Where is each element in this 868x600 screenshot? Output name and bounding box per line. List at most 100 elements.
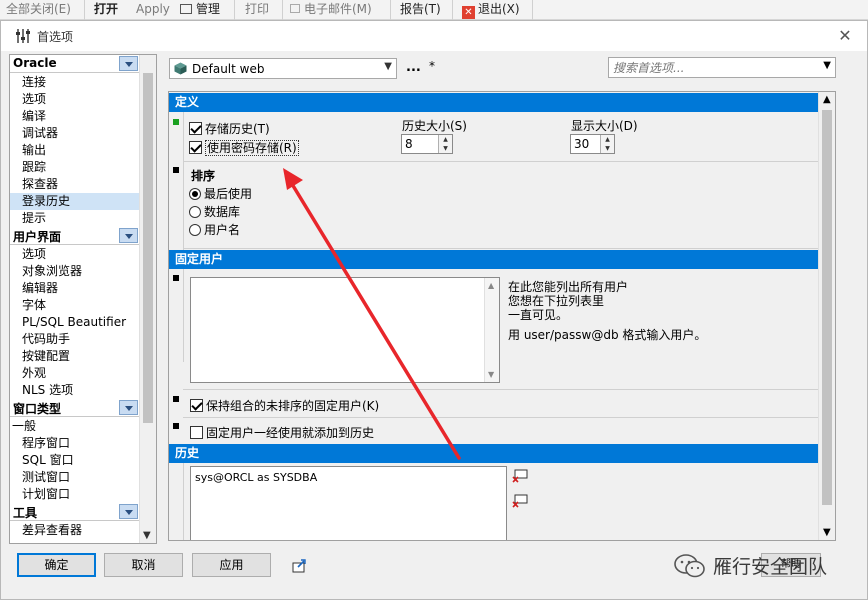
scrollbar-thumb[interactable] xyxy=(143,73,153,423)
manage-icon xyxy=(180,4,192,14)
nav-item[interactable]: 探查器 xyxy=(10,176,140,193)
history-size-stepper[interactable]: 8 ▲ ▼ xyxy=(401,134,453,154)
profile-select[interactable]: Default web ▼ xyxy=(169,58,397,79)
search-field[interactable]: ▼ xyxy=(608,57,836,78)
nav-item[interactable]: 对象浏览器 xyxy=(10,263,140,280)
nav-item[interactable]: 编辑器 xyxy=(10,280,140,297)
sort-option-username[interactable]: 用户名 xyxy=(189,222,240,238)
collapse-toggle-icon[interactable] xyxy=(119,400,138,415)
nav-item[interactable]: NLS 选项 xyxy=(10,382,140,399)
nav-item[interactable]: 测试窗口 xyxy=(10,469,140,486)
email-button[interactable]: 电子邮件(M) xyxy=(290,0,372,20)
close-all-button[interactable]: 全部关闭(E) xyxy=(6,0,71,20)
more-button[interactable]: ... xyxy=(406,60,421,75)
nav-item[interactable]: 选项 xyxy=(10,91,140,108)
nav-item[interactable]: 程序窗口 xyxy=(10,435,140,452)
watermark-text: 雁行安全团队 xyxy=(713,556,828,578)
checkbox-box xyxy=(189,141,202,154)
row-marker xyxy=(173,167,179,173)
manage-button[interactable]: 管理 xyxy=(180,0,220,20)
store-history-checkbox[interactable]: 存储历史(T) xyxy=(189,121,270,137)
section-header-fixed-users: 固定用户 xyxy=(169,250,819,269)
nav-item[interactable]: 连接 xyxy=(10,74,140,91)
sort-option-database[interactable]: 数据库 xyxy=(189,204,240,220)
export-icon[interactable] xyxy=(291,558,307,574)
checkbox-box xyxy=(190,426,203,439)
store-password-checkbox[interactable]: 使用密码存储(R) xyxy=(189,140,299,156)
row-divider xyxy=(183,161,819,162)
scroll-up-icon[interactable]: ▲ xyxy=(823,94,831,105)
nav-item[interactable]: 提示 xyxy=(10,210,140,227)
nav-group-header[interactable]: 工具 xyxy=(10,503,156,521)
chevron-down-icon[interactable]: ▼ xyxy=(823,60,831,71)
stepper-down-icon[interactable]: ▼ xyxy=(601,144,614,153)
checkbox-box xyxy=(189,122,202,135)
settings-panel: 定义 存储历史(T) 使用密码存储(R) 历史大小(S) 8 ▲ ▼ 显示大小(D… xyxy=(168,91,836,541)
history-list[interactable]: sys@ORCL as SYSDBA xyxy=(190,466,507,540)
nav-item[interactable]: 代码助手 xyxy=(10,331,140,348)
search-input[interactable] xyxy=(609,58,814,77)
collapse-toggle-icon[interactable] xyxy=(119,56,138,71)
toolbar-separator xyxy=(532,0,533,20)
report-button[interactable]: 报告(T) xyxy=(400,0,441,20)
nav-item[interactable]: 外观 xyxy=(10,365,140,382)
keep-unsorted-checkbox[interactable]: 保持组合的未排序的固定用户(K) xyxy=(190,398,379,414)
fixed-users-textarea[interactable]: ▲ ▼ xyxy=(190,277,500,383)
apply-button[interactable]: 应用 xyxy=(192,553,271,577)
cube-icon xyxy=(174,62,187,75)
panel-scrollbar[interactable]: ▲ ▼ xyxy=(818,92,835,540)
sort-option-last-used[interactable]: 最后使用 xyxy=(189,186,252,202)
nav-group-header[interactable]: Oracle xyxy=(10,55,156,73)
nav-item[interactable]: PL/SQL Beautifier xyxy=(10,314,140,331)
delete-entry-icon[interactable] xyxy=(512,469,528,483)
row-marker xyxy=(173,275,179,281)
row-divider xyxy=(183,248,819,249)
ok-button[interactable]: 确定 xyxy=(17,553,96,577)
nav-item[interactable]: 差异查看器 xyxy=(10,522,140,539)
fixed-users-hint-3: 一直可见。 xyxy=(508,308,569,322)
nav-item[interactable]: 跟踪 xyxy=(10,159,140,176)
nav-item[interactable]: 计划窗口 xyxy=(10,486,140,503)
nav-item[interactable]: 选项 xyxy=(10,246,140,263)
add-to-history-checkbox[interactable]: 固定用户一经使用就添加到历史 xyxy=(190,425,374,441)
scroll-down-icon[interactable]: ▼ xyxy=(143,530,151,541)
scroll-down-icon[interactable]: ▼ xyxy=(823,527,831,538)
stepper-down-icon[interactable]: ▼ xyxy=(439,144,452,153)
row-divider xyxy=(183,463,184,540)
stepper-up-icon[interactable]: ▲ xyxy=(601,135,614,144)
scroll-up-icon[interactable]: ▲ xyxy=(488,281,494,290)
print-button[interactable]: 打印 xyxy=(245,0,269,20)
nav-group-header[interactable]: 用户界面 xyxy=(10,227,156,245)
nav-scrollbar[interactable]: ▼ xyxy=(139,55,156,543)
nav-item[interactable]: 按键配置 xyxy=(10,348,140,365)
history-size-value: 8 xyxy=(405,137,413,151)
display-size-label: 显示大小(D) xyxy=(571,119,638,133)
row-marker xyxy=(173,396,179,402)
textarea-scrollbar[interactable]: ▲ ▼ xyxy=(484,278,499,382)
history-entry[interactable]: sys@ORCL as SYSDBA xyxy=(195,471,317,484)
nav-item[interactable]: 编译 xyxy=(10,108,140,125)
checkbox-box xyxy=(190,399,203,412)
scroll-down-icon[interactable]: ▼ xyxy=(488,370,494,379)
nav-item[interactable]: 调试器 xyxy=(10,125,140,142)
exit-button[interactable]: ✕ 退出(X) xyxy=(462,0,520,20)
cancel-button[interactable]: 取消 xyxy=(104,553,183,577)
nav-item[interactable]: 字体 xyxy=(10,297,140,314)
close-button[interactable]: ✕ xyxy=(833,24,857,48)
nav-item[interactable]: 输出 xyxy=(10,142,140,159)
stepper-arrows[interactable]: ▲ ▼ xyxy=(438,135,452,153)
nav-item[interactable]: 登录历史 xyxy=(10,193,140,210)
collapse-toggle-icon[interactable] xyxy=(119,504,138,519)
scrollbar-thumb[interactable] xyxy=(822,110,832,505)
nav-item[interactable]: SQL 窗口 xyxy=(10,452,140,469)
stepper-up-icon[interactable]: ▲ xyxy=(439,135,452,144)
display-size-stepper[interactable]: 30 ▲ ▼ xyxy=(570,134,615,154)
open-button[interactable]: 打开 xyxy=(94,0,118,20)
nav-group-header[interactable]: 窗口类型 xyxy=(10,399,156,417)
collapse-toggle-icon[interactable] xyxy=(119,228,138,243)
stepper-arrows[interactable]: ▲ ▼ xyxy=(600,135,614,153)
delete-all-icon[interactable] xyxy=(512,494,528,508)
manage-label: 管理 xyxy=(196,2,221,16)
nav-item[interactable]: 一般 xyxy=(10,418,140,435)
apply-toolbar-button[interactable]: Apply xyxy=(136,0,170,20)
